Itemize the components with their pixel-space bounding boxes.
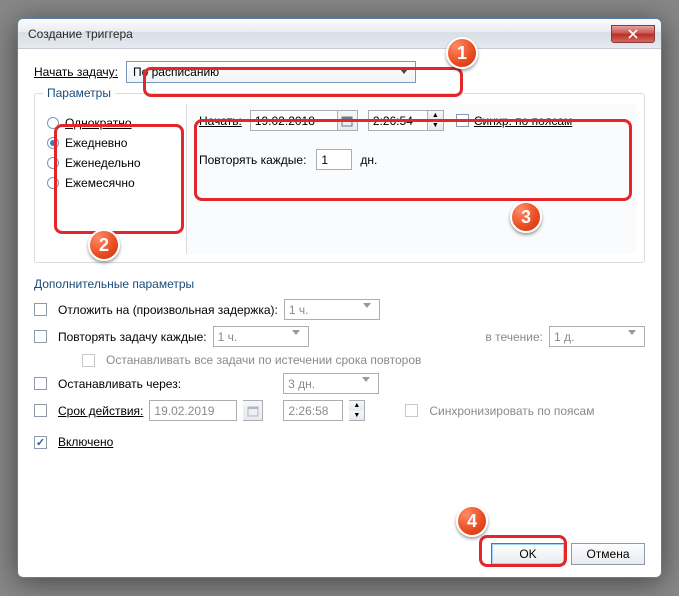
- repeat-task-combo[interactable]: 1 ч.: [213, 326, 309, 347]
- chevron-down-icon: [292, 330, 306, 344]
- date-picker-button[interactable]: [338, 110, 358, 131]
- stop-after-label: Останавливать через:: [58, 377, 181, 391]
- chevron-down-icon: ▼: [349, 411, 364, 421]
- radio-monthly[interactable]: Ежемесячно: [47, 176, 174, 190]
- radio-icon: [47, 157, 59, 169]
- callout-3: 3: [510, 201, 542, 233]
- stop-after-checkbox[interactable]: [34, 377, 47, 390]
- time-spinner[interactable]: ▲▼: [428, 110, 444, 131]
- params-fieldset: Параметры Однократно Ежедневно Еженедель…: [34, 93, 645, 263]
- radio-daily[interactable]: Ежедневно: [47, 136, 174, 150]
- calendar-icon: [341, 115, 353, 127]
- begin-task-combo[interactable]: По расписанию: [126, 61, 416, 83]
- repeat-task-label: Повторять задачу каждые:: [58, 330, 207, 344]
- expire-date-picker[interactable]: [243, 400, 263, 421]
- delay-combo[interactable]: 1 ч.: [284, 299, 380, 320]
- close-icon: [628, 29, 638, 39]
- advanced-legend: Дополнительные параметры: [34, 277, 645, 291]
- window-title: Создание триггера: [28, 27, 133, 41]
- sync-timezone-label: Синхр. по поясам: [474, 114, 572, 128]
- create-trigger-dialog: Создание триггера Начать задачу: По расп…: [17, 18, 662, 578]
- begin-task-value: По расписанию: [133, 65, 219, 79]
- start-label: Начать:: [199, 114, 242, 128]
- repeat-every-label: Повторять каждые:: [199, 153, 306, 167]
- start-time-input[interactable]: 2:26:54: [368, 110, 428, 131]
- callout-1: 1: [446, 37, 478, 69]
- radio-weekly[interactable]: Еженедельно: [47, 156, 174, 170]
- ok-button[interactable]: OK: [491, 543, 565, 565]
- titlebar: Создание триггера: [18, 19, 661, 49]
- params-legend: Параметры: [43, 86, 115, 100]
- expire-time-input[interactable]: 2:26:58: [283, 400, 343, 421]
- repeat-task-checkbox[interactable]: [34, 330, 47, 343]
- chevron-down-icon: [362, 377, 376, 391]
- delay-checkbox[interactable]: [34, 303, 47, 316]
- schedule-panel: Начать: 19.02.2018 2:26:54 ▲▼ Синхр. по …: [186, 104, 636, 254]
- begin-task-label: Начать задачу:: [34, 65, 118, 79]
- calendar-icon: [247, 405, 259, 417]
- callout-4: 4: [456, 505, 488, 537]
- chevron-down-icon: [628, 330, 642, 344]
- repeat-days-input[interactable]: 1: [316, 149, 352, 170]
- chevron-up-icon: ▲: [349, 401, 364, 411]
- chevron-down-icon: ▼: [428, 121, 443, 131]
- enabled-checkbox[interactable]: [34, 436, 47, 449]
- radio-once[interactable]: Однократно: [47, 116, 174, 130]
- callout-2: 2: [88, 229, 120, 261]
- duration-label: в течение:: [485, 330, 543, 344]
- sync-timezone-checkbox[interactable]: [456, 114, 469, 127]
- close-button[interactable]: [611, 25, 655, 43]
- dialog-footer: OK Отмена: [491, 543, 645, 565]
- duration-combo[interactable]: 1 д.: [549, 326, 645, 347]
- chevron-up-icon: ▲: [428, 111, 443, 121]
- expire-checkbox[interactable]: [34, 404, 47, 417]
- radio-icon: [47, 137, 59, 149]
- start-date-input[interactable]: 19.02.2018: [250, 110, 338, 131]
- radio-icon: [47, 117, 59, 129]
- chevron-down-icon: [397, 65, 411, 79]
- stop-all-checkbox: [82, 354, 95, 367]
- stop-all-label: Останавливать все задачи по истечении ср…: [106, 353, 421, 367]
- expire-time-spinner[interactable]: ▲▼: [349, 400, 365, 421]
- radio-icon: [47, 177, 59, 189]
- expire-sync-checkbox: [405, 404, 418, 417]
- cancel-button[interactable]: Отмена: [571, 543, 645, 565]
- stop-after-combo[interactable]: 3 дн.: [283, 373, 379, 394]
- delay-label: Отложить на (произвольная задержка):: [58, 303, 278, 317]
- expire-label: Срок действия:: [58, 404, 143, 418]
- chevron-down-icon: [363, 303, 377, 317]
- expire-sync-label: Синхронизировать по поясам: [429, 404, 594, 418]
- expire-date-input[interactable]: 19.02.2019: [149, 400, 237, 421]
- repeat-unit-label: дн.: [360, 153, 377, 167]
- enabled-label: Включено: [58, 435, 113, 449]
